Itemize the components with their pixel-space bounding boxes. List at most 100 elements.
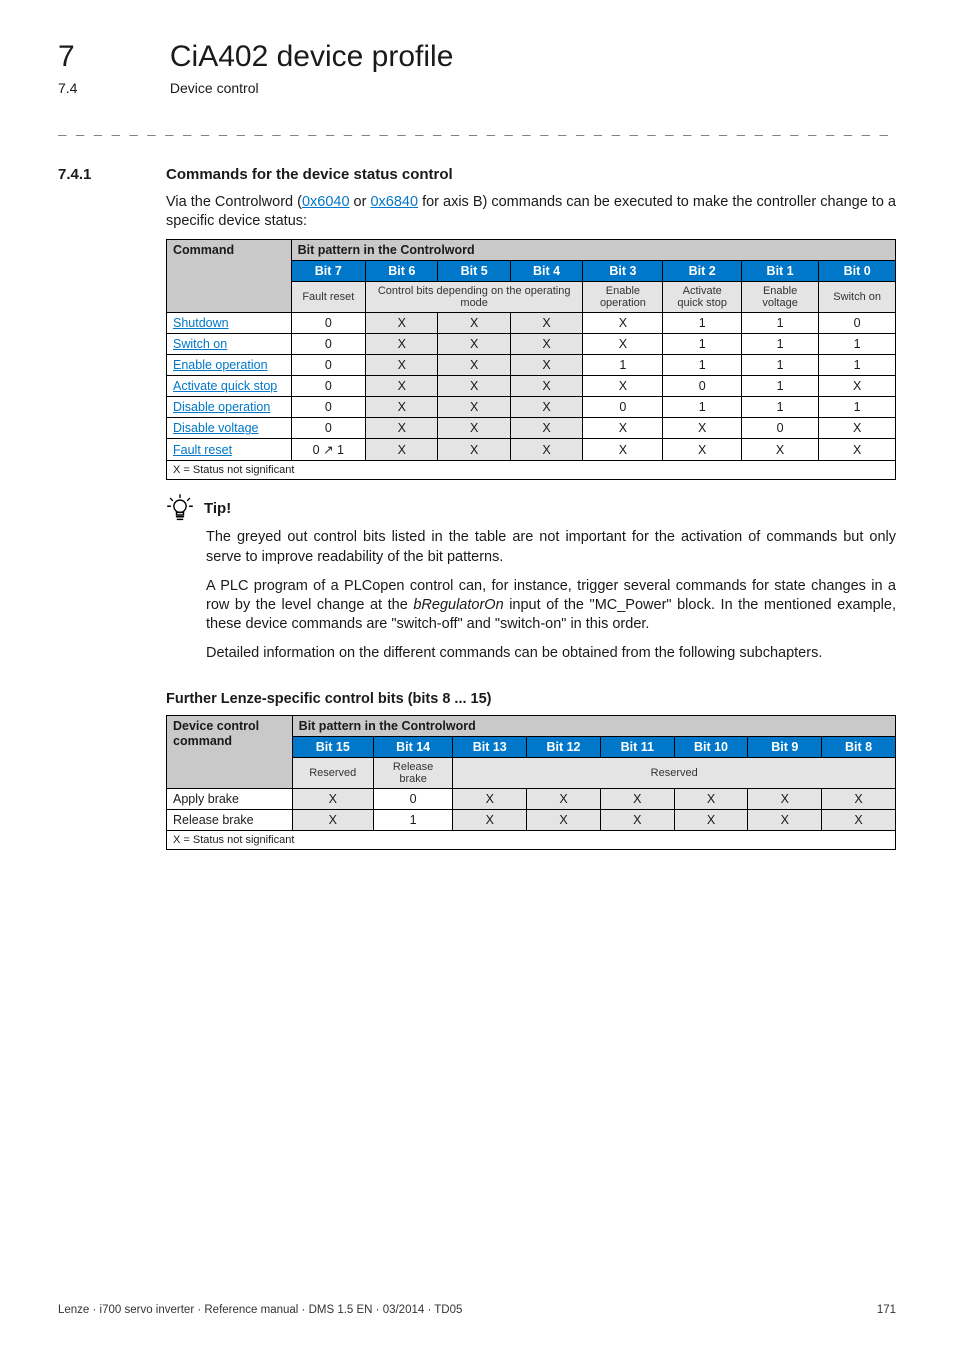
cell: 0 ↗ 1 [291,439,365,461]
cell: X [583,313,663,334]
cell: X [583,376,663,397]
cell: X [366,439,438,461]
cmd-link[interactable]: Enable operation [173,358,268,372]
table-row: Activate quick stop 0 X X X X 0 1 X [167,376,896,397]
cell: X [453,810,527,831]
section-number: 7.4.1 [58,166,166,183]
cmd-link[interactable]: Disable operation [173,400,270,414]
commands-table: Command Bit pattern in the Controlword B… [166,239,896,480]
t2-col0b: command [173,734,232,748]
tip-p2-em: bRegulatorOn [413,597,503,613]
cell: X [510,334,582,355]
intro-mid: or [350,194,371,210]
intro-paragraph: Via the Controlword (0x6040 or 0x6840 fo… [166,193,896,231]
cell: X [583,418,663,439]
cmd-link[interactable]: Activate quick stop [173,379,277,393]
table-row: Disable voltage 0 X X X X X 0 X [167,418,896,439]
subsection-number: 7.4 [58,80,166,96]
table-row: Release brake X 1 X X X X X X [167,810,896,831]
cell: X [527,810,601,831]
cell: X [366,334,438,355]
t1-bit4: Bit 4 [510,261,582,282]
t2-cmd: Release brake [167,810,293,831]
cell: X [663,418,741,439]
cell: X [674,810,748,831]
cmd-link[interactable]: Fault reset [173,443,232,457]
cell: 1 [819,355,896,376]
cell: 0 [819,313,896,334]
t2-bit15: Bit 15 [292,737,373,758]
cell: X [510,355,582,376]
cmd-link[interactable]: Shutdown [173,316,229,330]
t1-sub-quickstop: Activate quick stop [663,282,741,313]
cell: X [748,810,822,831]
t2-sub-reserved-span: Reserved [453,758,896,789]
cell: X [510,439,582,461]
link-0x6840[interactable]: 0x6840 [370,194,418,210]
cell: X [438,355,510,376]
cell: 0 [291,376,365,397]
cell: X [438,397,510,418]
cell: X [822,789,896,810]
cell: X [819,418,896,439]
table-row: Disable operation 0 X X X 0 1 1 1 [167,397,896,418]
t2-bit9: Bit 9 [748,737,822,758]
t2-bit8: Bit 8 [822,737,896,758]
footer-page-number: 171 [877,1304,896,1316]
t1-bit2: Bit 2 [663,261,741,282]
cell: 1 [819,397,896,418]
t2-cmd: Apply brake [167,789,293,810]
table-row: Enable operation 0 X X X 1 1 1 1 [167,355,896,376]
cell: X [292,789,373,810]
cell: X [600,789,674,810]
tip-label: Tip! [204,500,231,517]
intro-pre: Via the Controlword ( [166,194,302,210]
t1-footnote: X = Status not significant [167,461,896,480]
cell: X [366,313,438,334]
table-row: Fault reset 0 ↗ 1 X X X X X X X [167,439,896,461]
horizontal-dash-rule: _ _ _ _ _ _ _ _ _ _ _ _ _ _ _ _ _ _ _ _ … [58,120,896,136]
cmd-link[interactable]: Switch on [173,337,227,351]
cell: X [453,789,527,810]
t1-sub-controlbits: Control bits depending on the operating … [366,282,583,313]
footer-left: Lenze · i700 servo inverter · Reference … [58,1304,462,1316]
t2-span-header: Bit pattern in the Controlword [292,716,895,737]
lightbulb-icon [166,494,194,522]
cell: 0 [291,355,365,376]
cell: 0 [291,334,365,355]
tip-heading: Tip! [166,494,896,522]
cell: 1 [663,334,741,355]
cell: 1 [819,334,896,355]
cell: X [438,376,510,397]
cell: X [438,439,510,461]
cell: X [674,789,748,810]
cell: 1 [583,355,663,376]
cell: X [819,439,896,461]
cell: X [741,439,818,461]
cell: 0 [663,376,741,397]
cell: 0 [291,418,365,439]
t1-bit7: Bit 7 [291,261,365,282]
cell: X [583,439,663,461]
t1-sub-enableop: Enable operation [583,282,663,313]
lenze-bits-table: Device control command Bit pattern in th… [166,715,896,850]
t1-bit3: Bit 3 [583,261,663,282]
cell: 1 [663,355,741,376]
cell: X [510,313,582,334]
cell: X [366,355,438,376]
t2-bit10: Bit 10 [674,737,748,758]
cell: 1 [741,334,818,355]
link-0x6040[interactable]: 0x6040 [302,194,350,210]
cell: X [583,334,663,355]
cell: X [438,418,510,439]
subsection-title: Device control [170,80,259,96]
cell: X [748,789,822,810]
t2-bit12: Bit 12 [527,737,601,758]
cmd-link[interactable]: Disable voltage [173,421,258,435]
cell: X [438,313,510,334]
cell: 0 [741,418,818,439]
t2-footnote: X = Status not significant [167,831,896,850]
cell: X [819,376,896,397]
cell: 1 [741,355,818,376]
t2-bit14: Bit 14 [373,737,453,758]
